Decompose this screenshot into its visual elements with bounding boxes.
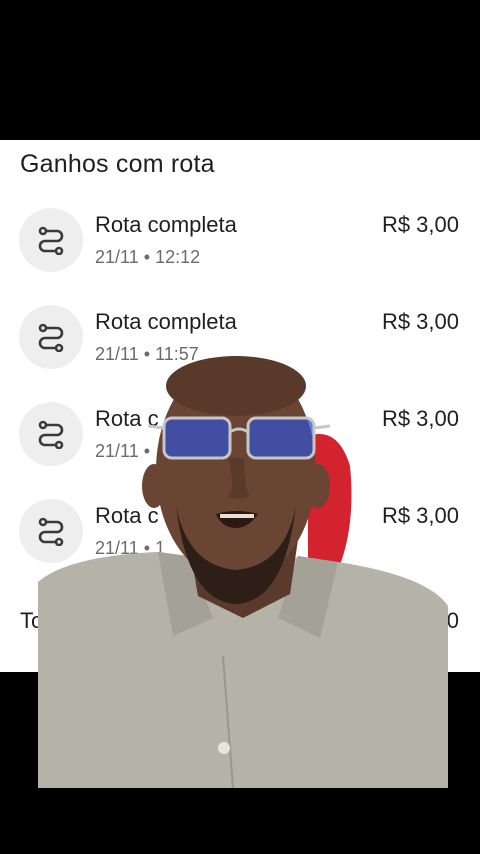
list-item[interactable]: Rota completa 21/11 • 12:12 R$ 3,00 xyxy=(0,204,480,301)
row-timestamp: 21/11 • 12:12 xyxy=(95,247,201,267)
app-screen: Ganhos com rota Rota completa 21/11 • 12… xyxy=(0,0,480,854)
row-title: Rota completa xyxy=(95,309,237,334)
row-title: Rota completa xyxy=(95,212,237,237)
row-amount: R$ 3,00 xyxy=(381,212,459,237)
total-value: 0 xyxy=(446,608,459,633)
presenter-video-overlay xyxy=(38,356,448,788)
route-icon xyxy=(19,208,83,272)
row-amount: R$ 3,00 xyxy=(381,309,459,334)
section-title: Ganhos com rota xyxy=(20,150,215,178)
